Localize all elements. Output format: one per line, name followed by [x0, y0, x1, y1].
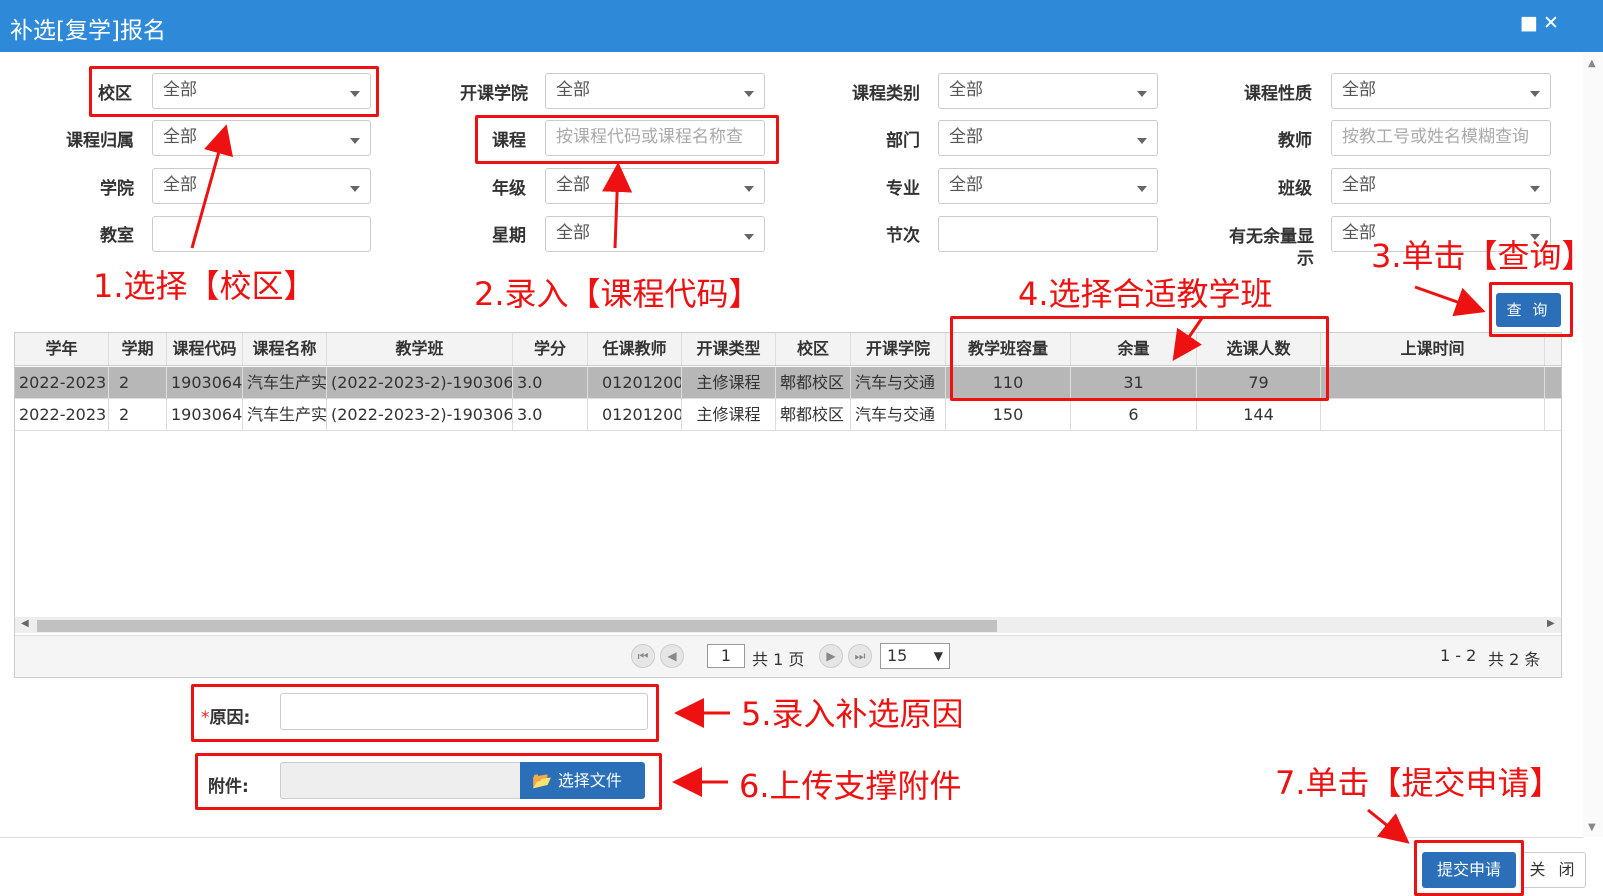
arrow-to-submit	[1367, 808, 1410, 844]
annotation-arrows	[190, 124, 1486, 844]
arrow-to-class	[1172, 317, 1204, 361]
arrow-to-query	[1414, 285, 1486, 317]
arrow-to-campus	[190, 124, 233, 249]
arrow-to-course	[602, 162, 633, 249]
